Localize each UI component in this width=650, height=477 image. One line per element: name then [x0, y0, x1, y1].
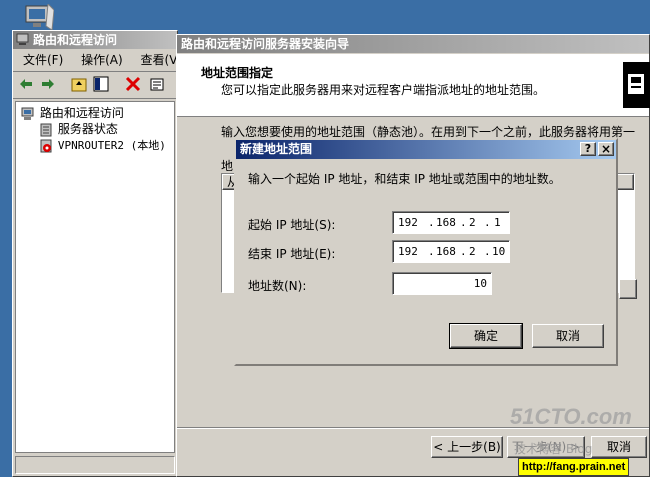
wizard-heading: 地址范围指定 — [201, 66, 274, 80]
back-arrow-icon[interactable] — [19, 78, 33, 93]
mmc-status-bar — [15, 456, 175, 474]
wizard-title: 路由和远程访问服务器安装向导 — [181, 37, 350, 51]
address-count-field[interactable]: 10 — [392, 272, 492, 295]
back-button[interactable]: < 上一步(B) — [431, 436, 503, 458]
end-ip-octet-1[interactable]: 192 — [398, 241, 418, 262]
help-button[interactable]: ? — [580, 142, 596, 156]
mmc-title: 路由和远程访问 — [33, 33, 118, 47]
wizard-cancel-button[interactable]: 取消 — [591, 436, 647, 458]
start-ip-octet-1[interactable]: 192 — [398, 212, 418, 233]
end-ip-octet-2[interactable]: 168 — [436, 241, 456, 262]
toolbar — [13, 72, 177, 99]
start-ip-octet-4[interactable]: 1 — [494, 212, 501, 233]
close-button[interactable]: × — [598, 142, 614, 156]
dot: . — [428, 245, 435, 258]
end-ip-field[interactable]: 192 . 168 . 2 . 10 — [392, 240, 510, 263]
tree-item-root[interactable]: 路由和远程访问 — [20, 104, 124, 121]
desktop-computer-icon[interactable] — [24, 2, 55, 31]
start-ip-octet-2[interactable]: 168 — [436, 212, 456, 233]
dot: . — [460, 216, 467, 229]
list-side-button[interactable] — [619, 279, 637, 299]
dot: . — [484, 216, 491, 229]
forward-arrow-icon[interactable] — [41, 78, 55, 93]
delete-icon[interactable] — [125, 76, 141, 95]
end-ip-octet-3[interactable]: 2 — [469, 241, 476, 262]
tree-item-server-status[interactable]: 服务器状态 — [38, 120, 118, 137]
dot: . — [484, 245, 491, 258]
wizard-title-bar[interactable]: 路由和远程访问服务器安装向导 — [177, 35, 649, 53]
end-ip-octet-4[interactable]: 10 — [492, 241, 505, 262]
wizard-header-icon — [623, 62, 650, 108]
show-tree-icon[interactable] — [93, 76, 109, 95]
start-ip-field[interactable]: 192 . 168 . 2 . 1 — [392, 211, 510, 234]
menu-action[interactable]: 操作(A) — [81, 53, 123, 67]
dot: . — [460, 245, 467, 258]
menu-bar: 文件(F) 操作(A) 查看(V) — [13, 49, 182, 72]
dialog-title: 新建地址范围 — [240, 142, 313, 156]
tree-pane: 路由和远程访问 服务器状态 VPNROUTER2 (本地) — [15, 101, 175, 453]
up-folder-icon[interactable] — [71, 76, 87, 95]
properties-icon[interactable] — [149, 76, 165, 95]
dialog-instruction: 输入一个起始 IP 地址，和结束 IP 地址或范围中的地址数。 — [248, 172, 561, 186]
watermark-subtitle: 技术博客 Blog — [514, 442, 593, 456]
mmc-app-icon — [16, 33, 30, 46]
start-ip-label: 起始 IP 地址(S): — [248, 218, 336, 232]
menu-file[interactable]: 文件(F) — [23, 53, 63, 67]
dialog-title-bar[interactable]: 新建地址范围 ? × — [236, 140, 616, 159]
tree-item-server[interactable]: VPNROUTER2 (本地) — [38, 137, 166, 153]
address-list-label: 地 — [221, 159, 234, 173]
start-ip-octet-3[interactable]: 2 — [469, 212, 476, 233]
watermark-logo: 51CTO.com — [510, 404, 632, 429]
wizard-header: 地址范围指定 您可以指定此服务器用来对远程客户端指派地址的地址范围。 — [177, 54, 650, 117]
new-address-range-dialog: 新建地址范围 ? × 输入一个起始 IP 地址，和结束 IP 地址或范围中的地址… — [234, 138, 618, 366]
dot: . — [428, 216, 435, 229]
server-status-icon — [38, 123, 54, 137]
count-label: 地址数(N): — [248, 279, 307, 293]
mmc-window: 路由和远程访问 文件(F) 操作(A) 查看(V) 路由和远程访问 服务器状态 … — [12, 30, 182, 477]
ok-button[interactable]: 确定 — [449, 323, 523, 349]
server-stopped-icon — [38, 139, 54, 153]
wizard-subheading: 您可以指定此服务器用来对远程客户端指派地址的地址范围。 — [221, 83, 546, 97]
dialog-cancel-button[interactable]: 取消 — [532, 324, 604, 348]
mmc-title-bar[interactable]: 路由和远程访问 — [13, 31, 177, 49]
watermark-url: http://fang.prain.net — [518, 458, 630, 476]
router-computer-icon — [20, 107, 36, 121]
end-ip-label: 结束 IP 地址(E): — [248, 247, 336, 261]
